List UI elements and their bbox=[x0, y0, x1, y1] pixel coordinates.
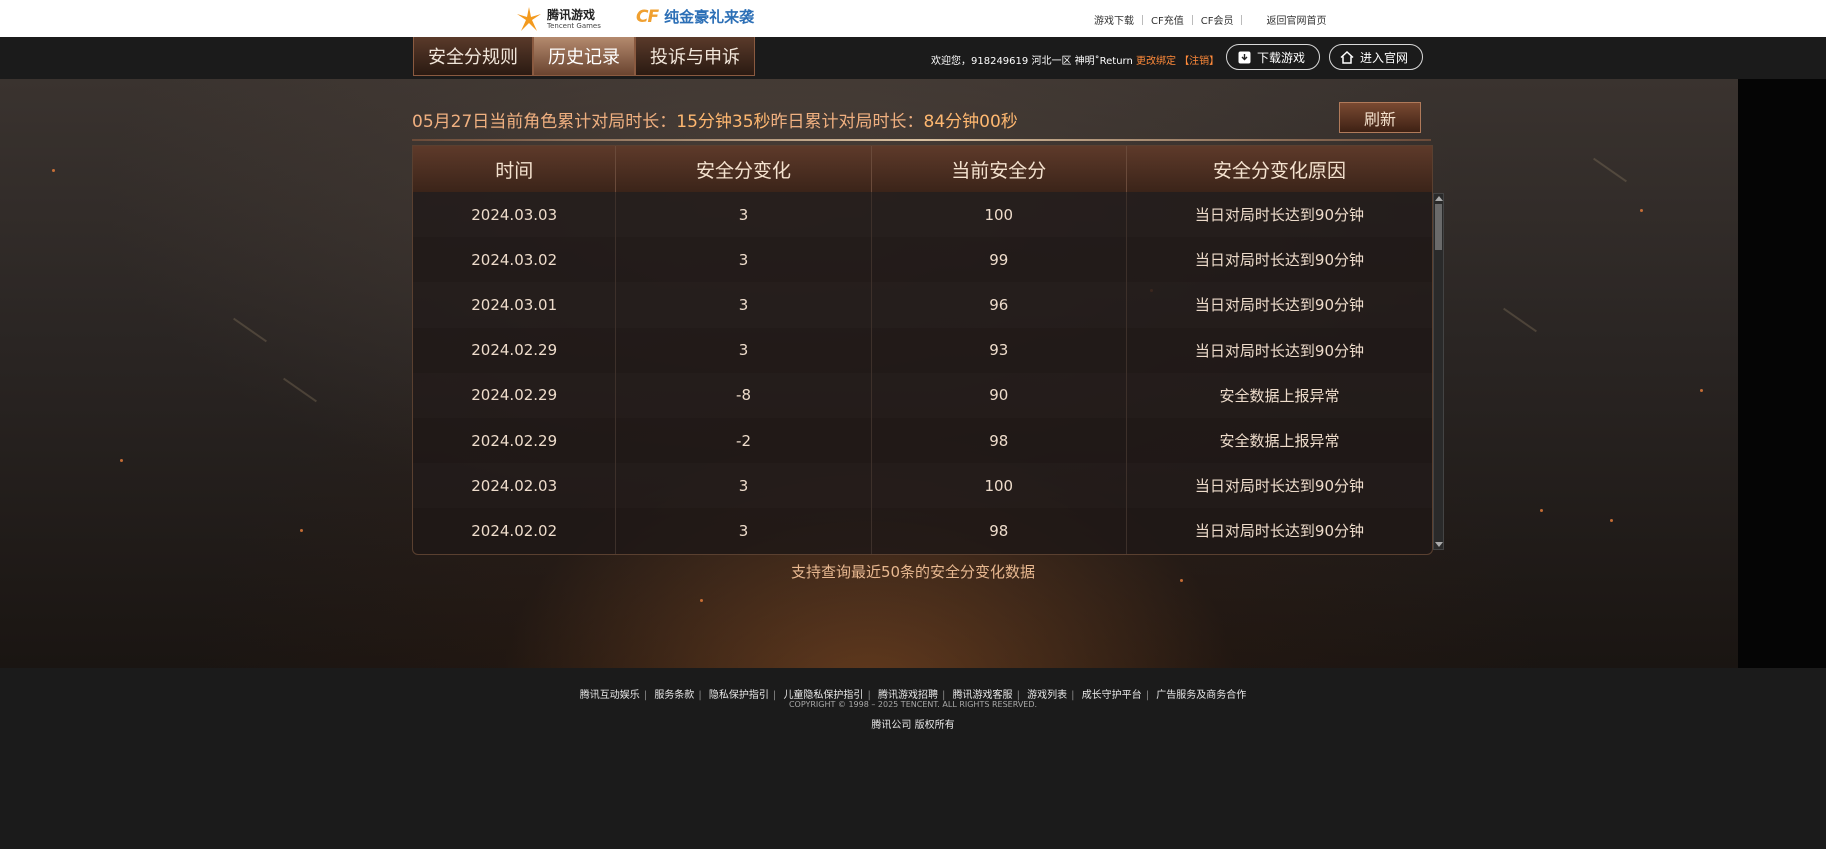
tencent-games-icon bbox=[515, 5, 543, 33]
table-row: 2024.02.29 -2 98 安全数据上报异常 bbox=[413, 417, 1432, 464]
cell-current: 98 bbox=[872, 417, 1127, 464]
enter-site-button[interactable]: 进入官网 bbox=[1329, 44, 1423, 70]
yesterday-label: 昨日累计对局时长： bbox=[770, 112, 924, 132]
table-row: 2024.02.29 3 93 当日对局时长达到90分钟 bbox=[413, 327, 1432, 373]
cell-time: 2024.02.29 bbox=[413, 327, 617, 373]
table-row: 2024.03.02 3 99 当日对局时长达到90分钟 bbox=[413, 237, 1432, 283]
scroll-up-icon[interactable] bbox=[1435, 196, 1443, 201]
scroll-down-icon[interactable] bbox=[1435, 542, 1443, 547]
table-row: 2024.02.29 -8 90 安全数据上报异常 bbox=[413, 372, 1432, 418]
refresh-button[interactable]: 刷新 bbox=[1339, 102, 1421, 133]
header-change: 安全分变化 bbox=[616, 146, 872, 192]
today-label: 05月27日当前角色累计对局时长： bbox=[412, 112, 677, 132]
cell-current: 99 bbox=[872, 237, 1127, 283]
cell-current: 93 bbox=[872, 327, 1127, 373]
enter-site-label: 进入官网 bbox=[1360, 50, 1409, 65]
cf-promo-logo[interactable]: CF 纯金豪礼来袭 bbox=[636, 6, 754, 27]
brand-cn: 腾讯游戏 bbox=[547, 7, 596, 22]
nav-bar: 安全分规则 历史记录 投诉与申诉 欢迎您，918249619 河北一区 神明˚R… bbox=[0, 37, 1826, 79]
top-links: 游戏下载 CF充值 CF会员 返回官网首页 bbox=[1094, 12, 1326, 27]
cell-time: 2024.02.29 bbox=[413, 417, 617, 464]
cell-reason: 当日对局时长达到90分钟 bbox=[1194, 522, 1364, 541]
cell-current: 100 bbox=[872, 192, 1127, 238]
back-home-link[interactable]: 返回官网首页 bbox=[1266, 12, 1326, 27]
cell-change: -8 bbox=[616, 372, 872, 418]
divider bbox=[1142, 14, 1143, 25]
tab-complaint[interactable]: 投诉与申诉 bbox=[635, 37, 755, 76]
cell-change: 3 bbox=[616, 192, 872, 238]
tab-history[interactable]: 历史记录 bbox=[533, 37, 635, 76]
top-link-member[interactable]: CF会员 bbox=[1201, 12, 1234, 27]
cell-reason: 安全数据上报异常 bbox=[1219, 432, 1340, 451]
top-link-download[interactable]: 游戏下载 bbox=[1094, 12, 1134, 27]
tab-list: 安全分规则 历史记录 投诉与申诉 bbox=[413, 37, 755, 76]
cell-change: -2 bbox=[616, 417, 872, 464]
header-time: 时间 bbox=[413, 146, 617, 192]
cell-reason: 当日对局时长达到90分钟 bbox=[1194, 477, 1364, 496]
top-link-recharge[interactable]: CF充值 bbox=[1151, 12, 1184, 27]
table-scrollbar[interactable] bbox=[1433, 193, 1444, 550]
cell-current: 96 bbox=[872, 282, 1127, 328]
table-body: 2024.03.03 3 100 当日对局时长达到90分钟 2024.03.02… bbox=[413, 192, 1432, 554]
divider bbox=[412, 139, 1431, 141]
query-note: 支持查询最近50条的安全分变化数据 bbox=[790, 563, 1036, 581]
download-game-label: 下载游戏 bbox=[1257, 50, 1306, 65]
cf-promo-title: 纯金豪礼来袭 bbox=[664, 8, 755, 26]
cell-time: 2024.03.01 bbox=[413, 282, 617, 328]
welcome-text: 欢迎您，918249619 河北一区 神明˚Return 更改绑定 【注销】 bbox=[931, 52, 1219, 67]
download-icon bbox=[1237, 50, 1251, 64]
today-value: 15分钟35秒 bbox=[676, 112, 771, 132]
cell-time: 2024.02.02 bbox=[413, 508, 617, 554]
cell-reason: 当日对局时长达到90分钟 bbox=[1194, 251, 1364, 270]
yesterday-value: 84分钟00秒 bbox=[923, 112, 1018, 132]
table-row: 2024.03.01 3 96 当日对局时长达到90分钟 bbox=[413, 282, 1432, 328]
cell-change: 3 bbox=[616, 237, 872, 283]
cell-time: 2024.03.03 bbox=[413, 192, 617, 238]
cell-current: 90 bbox=[872, 372, 1127, 418]
divider bbox=[1191, 14, 1193, 25]
copyright-text: COPYRIGHT © 1998 – 2025 TENCENT. ALL RIG… bbox=[788, 700, 1038, 709]
header-reason: 安全分变化原因 bbox=[1212, 159, 1346, 182]
footer: 腾讯互动娱乐 | 服务条款 | 隐私保护指引 | 儿童隐私保护指引 | 腾讯游戏招聘 | … bbox=[0, 668, 1826, 849]
history-table: 时间 安全分变化 当前安全分 安全分变化原因 2024.03.03 3 100 … bbox=[412, 145, 1433, 555]
cf-logo-icon: CF bbox=[636, 6, 659, 27]
home-icon bbox=[1340, 50, 1354, 64]
cell-change: 3 bbox=[616, 463, 872, 509]
cell-change: 3 bbox=[616, 282, 872, 328]
cell-reason: 当日对局时长达到90分钟 bbox=[1194, 296, 1364, 315]
download-game-button[interactable]: 下载游戏 bbox=[1226, 44, 1320, 70]
cell-change: 3 bbox=[616, 327, 872, 373]
scrollbar-thumb[interactable] bbox=[1435, 204, 1442, 250]
cell-time: 2024.02.29 bbox=[413, 372, 617, 418]
cell-time: 2024.02.03 bbox=[413, 463, 617, 509]
cell-reason: 当日对局时长达到90分钟 bbox=[1194, 206, 1364, 225]
cell-current: 98 bbox=[872, 508, 1127, 554]
cell-change: 3 bbox=[616, 508, 872, 554]
cell-reason: 当日对局时长达到90分钟 bbox=[1194, 341, 1364, 360]
welcome-user: 欢迎您，918249619 河北一区 神明˚Return bbox=[931, 56, 1133, 67]
brand-en: Tencent Games bbox=[547, 21, 601, 30]
cell-reason: 安全数据上报异常 bbox=[1219, 386, 1340, 405]
tab-safety-rules[interactable]: 安全分规则 bbox=[413, 37, 533, 76]
table-row: 2024.02.03 3 100 当日对局时长达到90分钟 bbox=[413, 463, 1432, 509]
top-bar: 腾讯游戏 Tencent Games CF 纯金豪礼来袭 游戏下载 CF充值 C… bbox=[0, 0, 1826, 38]
header-current: 当前安全分 bbox=[872, 146, 1127, 192]
table-row: 2024.02.02 3 98 当日对局时长达到90分钟 bbox=[413, 508, 1432, 554]
company-text: 腾讯公司 版权所有 bbox=[871, 720, 955, 731]
change-bind-link[interactable]: 更改绑定 bbox=[1136, 56, 1176, 67]
table-header: 时间 安全分变化 当前安全分 安全分变化原因 bbox=[413, 146, 1432, 192]
logout-link[interactable]: 【注销】 bbox=[1179, 56, 1219, 67]
play-time-stats: 05月27日当前角色累计对局时长：15分钟35秒昨日累计对局时长：84分钟00秒 bbox=[412, 107, 1018, 132]
table-row: 2024.03.03 3 100 当日对局时长达到90分钟 bbox=[413, 192, 1432, 238]
tencent-games-logo[interactable]: 腾讯游戏 Tencent Games bbox=[515, 4, 601, 34]
cell-time: 2024.03.02 bbox=[413, 237, 617, 283]
divider bbox=[1241, 14, 1243, 25]
cell-current: 100 bbox=[872, 463, 1127, 509]
footer-links: 腾讯互动娱乐 | 服务条款 | 隐私保护指引 | 儿童隐私保护指引 | 腾讯游戏招聘 | … bbox=[579, 690, 1247, 701]
